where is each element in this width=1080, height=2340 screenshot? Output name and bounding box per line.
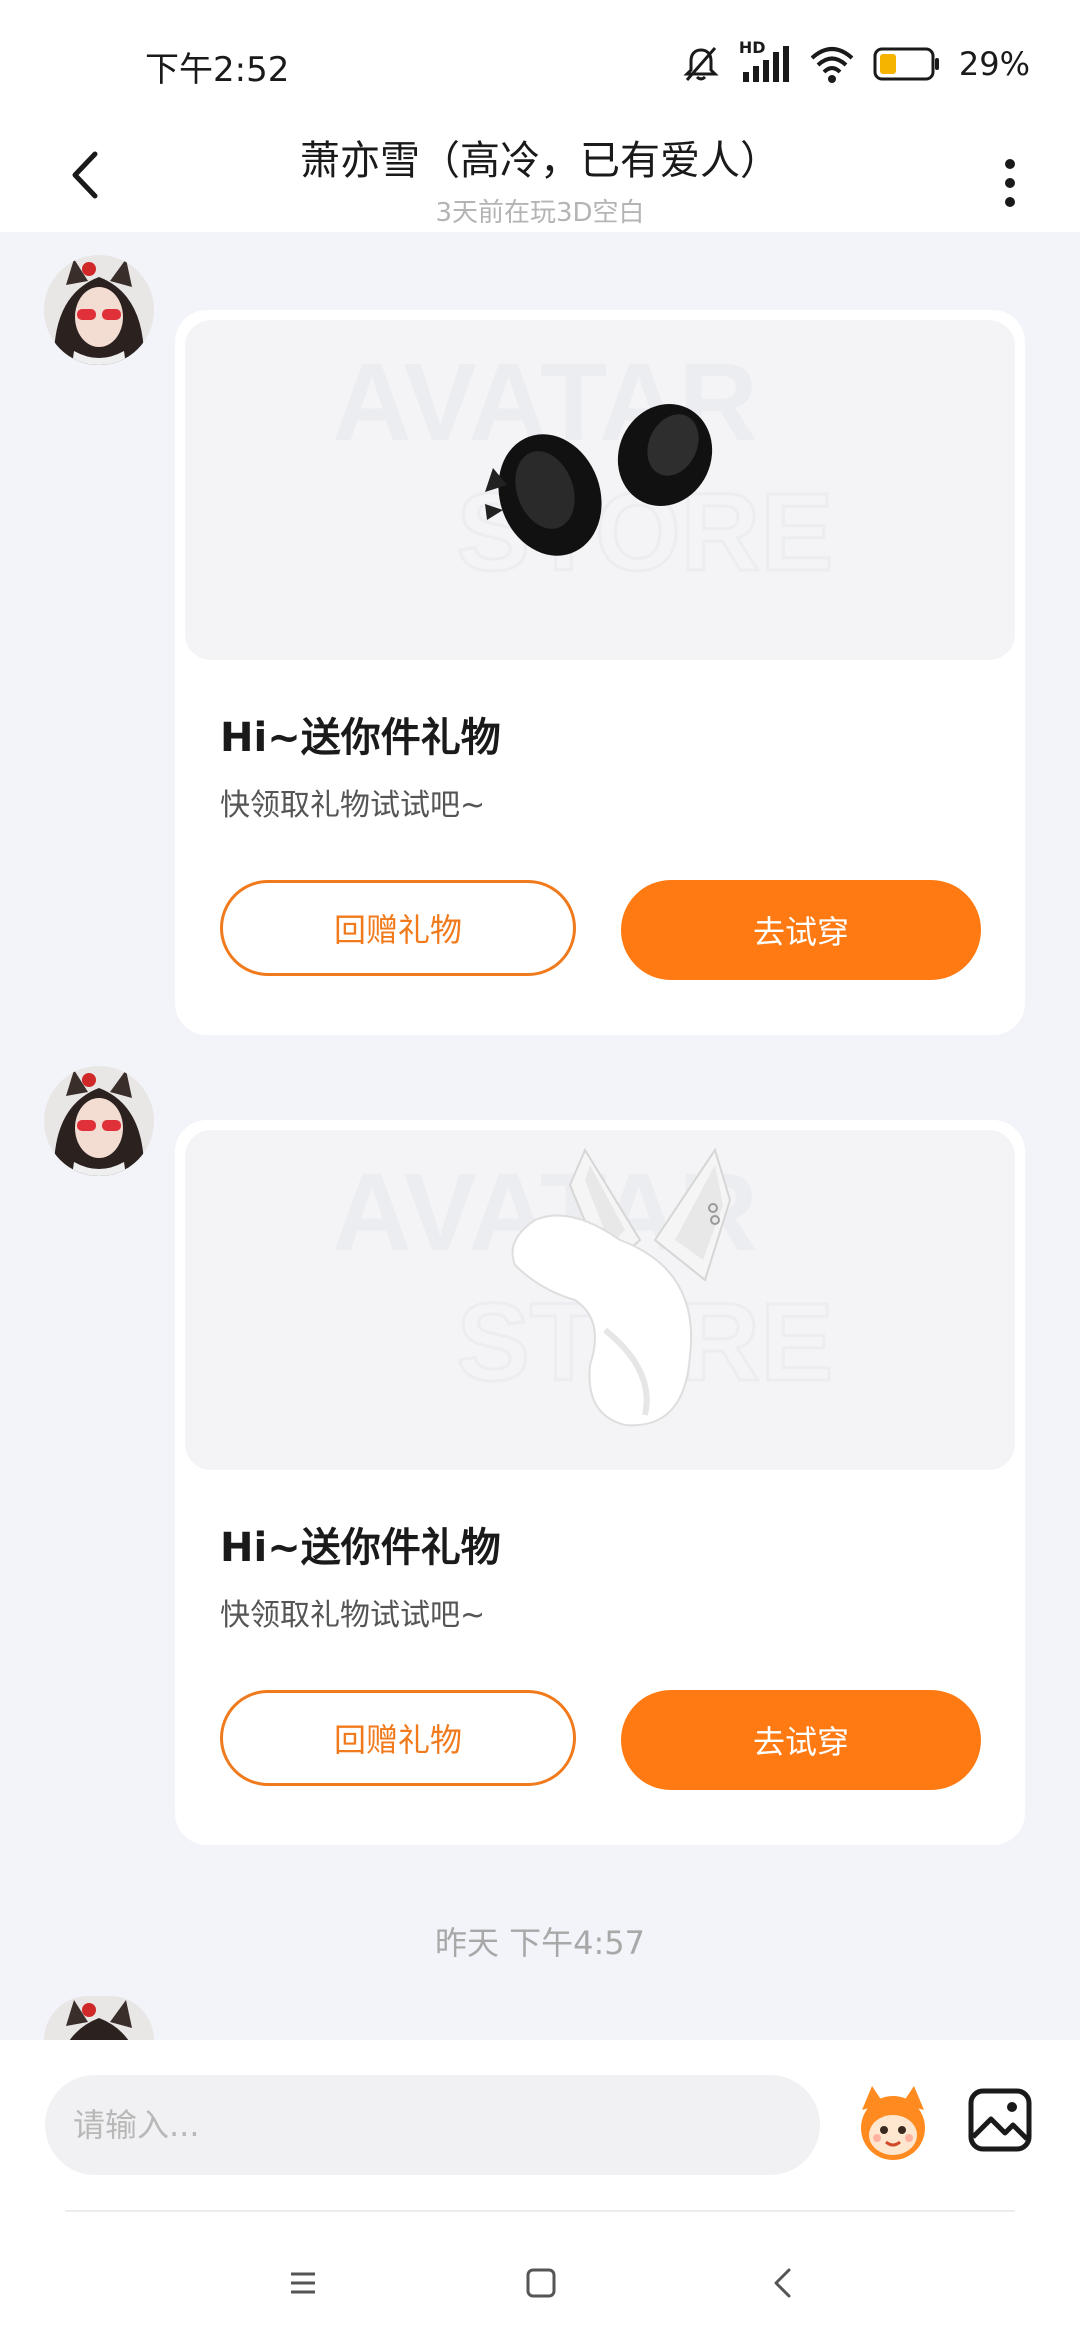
chat-header: 萧亦雪（高冷，已有爱人） 3天前在玩3D空白 (0, 120, 1080, 232)
more-dot (1005, 197, 1015, 207)
back-button[interactable] (50, 130, 120, 220)
gift-title: Hi~送你件礼物 (220, 715, 501, 761)
more-vertical-icon (1005, 159, 1015, 169)
gift-preview[interactable]: AVATAR STORE (185, 1130, 1015, 1470)
mascot-emoji-icon (861, 2086, 925, 2160)
status-time: 下午2:52 (145, 50, 290, 90)
white-fox-ears-tail-image (511, 1147, 732, 1427)
gift-description: 快领取礼物试试吧~ (220, 788, 486, 823)
gift-title: Hi~送你件礼物 (220, 1525, 501, 1571)
image-icon (968, 2088, 1032, 2152)
return-gift-button[interactable]: 回赠礼物 (220, 880, 576, 976)
menu-icon[interactable] (285, 2265, 321, 2301)
gift-card: AVATAR STORE Hi~送你件礼物 快领取礼物试试吧~ 回赠礼物 去试穿 (175, 310, 1025, 1035)
image-button[interactable] (965, 2085, 1035, 2155)
mute-icon (683, 47, 719, 81)
black-fur-ears-image (485, 404, 713, 556)
nav-back-icon[interactable] (765, 2265, 801, 2301)
home-square-icon[interactable] (523, 2265, 559, 2301)
chat-subtitle: 3天前在玩3D空白 (435, 198, 645, 228)
sender-avatar[interactable] (44, 255, 154, 365)
gift-description: 快领取礼物试试吧~ (220, 1598, 486, 1633)
more-button[interactable] (980, 138, 1040, 228)
signal-icon: HD (739, 38, 791, 86)
chat-title: 萧亦雪（高冷，已有爱人） (300, 138, 780, 184)
battery-percent: 29% (958, 45, 1030, 83)
gift-card: AVATAR STORE Hi~送你件礼物 快领取礼物试试吧~ 回赠礼物 去试穿 (175, 1120, 1025, 1845)
try-on-button[interactable]: 去试穿 (621, 880, 981, 980)
input-bar (0, 2040, 1080, 2340)
wifi-icon (810, 47, 854, 83)
gift-preview[interactable]: AVATAR STORE (185, 320, 1015, 660)
message-input[interactable] (45, 2075, 820, 2175)
return-gift-button[interactable]: 回赠礼物 (220, 1690, 576, 1786)
divider (65, 2210, 1015, 2212)
mascot-button[interactable] (850, 2080, 936, 2166)
title-area[interactable]: 萧亦雪（高冷，已有爱人） 3天前在玩3D空白 (160, 120, 920, 229)
chevron-left-icon (72, 151, 98, 199)
message-timestamp: 昨天 下午4:57 (434, 1924, 646, 1962)
system-nav-bar (0, 2265, 1080, 2325)
status-icons: HD 29% (681, 38, 1030, 90)
sender-avatar[interactable] (44, 1066, 154, 1176)
try-on-button[interactable]: 去试穿 (621, 1690, 981, 1790)
more-dot (1005, 178, 1015, 188)
sender-avatar[interactable] (44, 1996, 154, 2040)
battery-icon (873, 47, 939, 81)
status-bar: 下午2:52 HD 29% (0, 0, 1080, 120)
